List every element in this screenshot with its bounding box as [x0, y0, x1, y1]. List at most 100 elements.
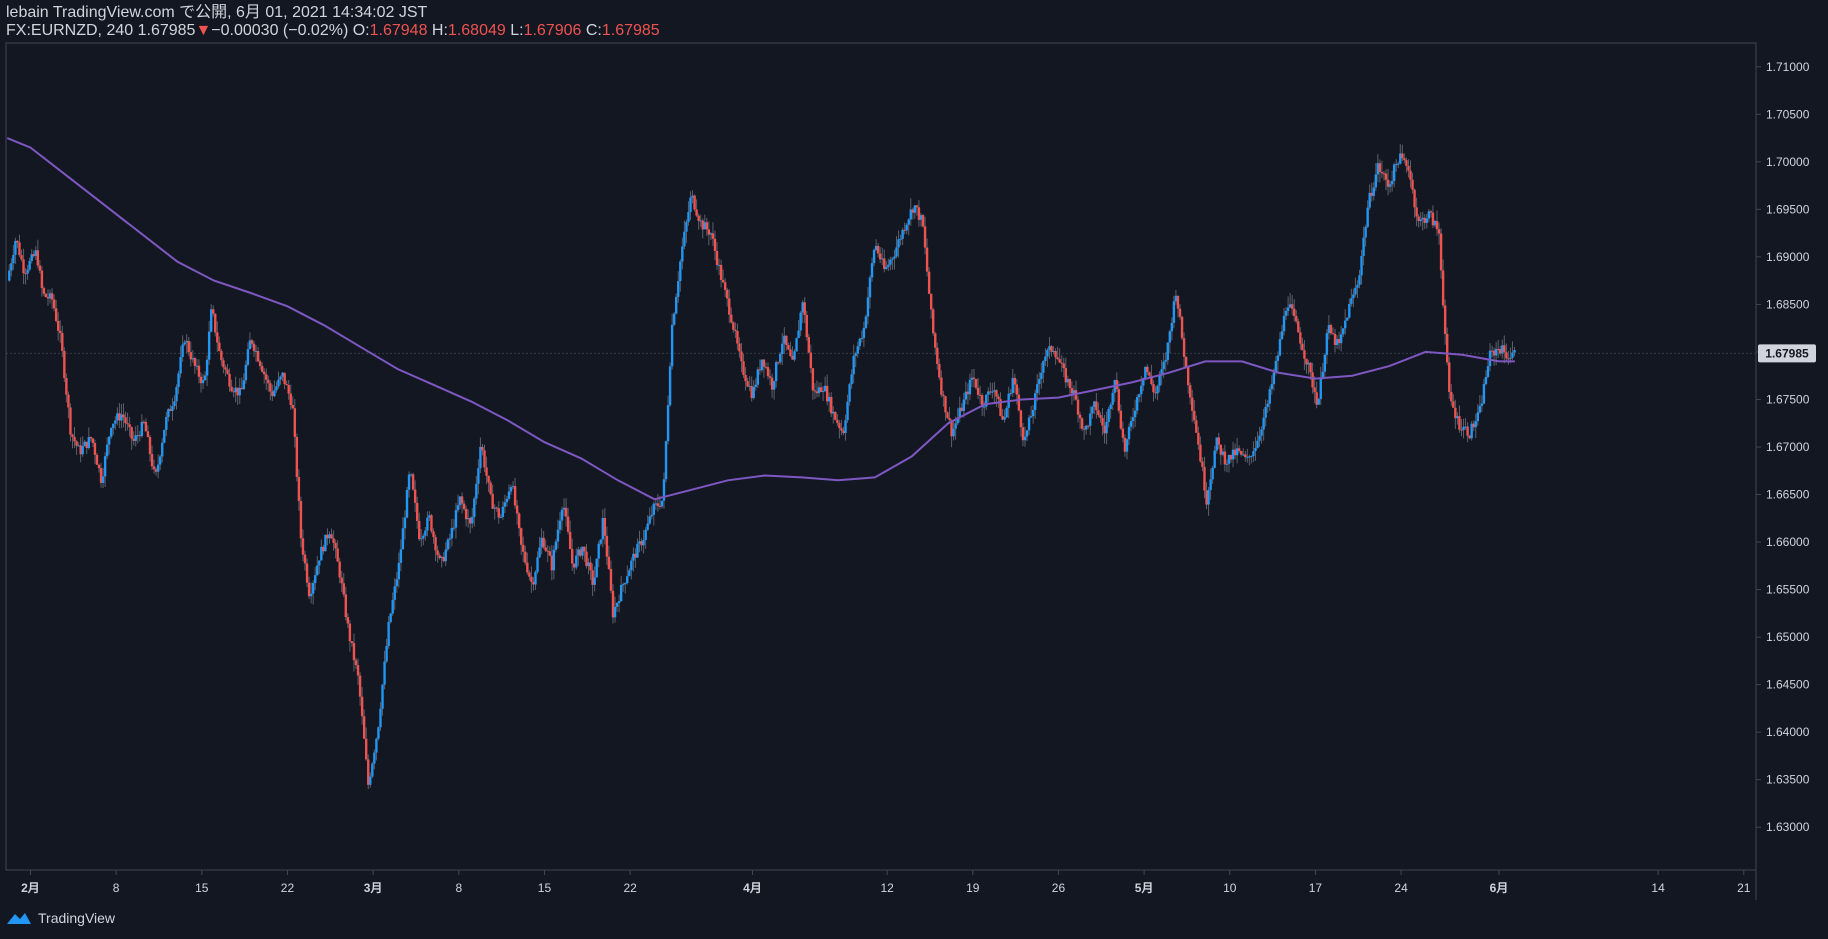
candle-body — [556, 529, 560, 542]
candle-body — [1146, 366, 1149, 373]
candle-body — [774, 362, 778, 382]
candle-body — [81, 446, 84, 455]
candle-body — [1080, 418, 1084, 429]
candle-body — [838, 423, 841, 429]
candle-body — [424, 530, 427, 536]
candle-body — [1476, 412, 1479, 422]
price-chart[interactable]: 1.71000 1.70500 1.70000 1.69500 1.69000 1.685… — [0, 0, 1828, 905]
candle-body — [95, 454, 99, 465]
candle-body — [1282, 315, 1286, 332]
candle-body — [1474, 421, 1477, 428]
candle-body — [1429, 211, 1433, 213]
candle-body — [16, 240, 19, 243]
candle-body — [1466, 426, 1469, 436]
candle-body — [1111, 392, 1114, 405]
candle-body — [1260, 429, 1263, 436]
candle-body — [1087, 425, 1090, 427]
candle-body — [1258, 435, 1261, 441]
candle-body — [615, 603, 619, 607]
candle-body — [1189, 385, 1192, 398]
candle-body — [1040, 372, 1043, 379]
price-tick-label: 1.70000 — [1766, 155, 1810, 169]
candle-body — [642, 540, 645, 546]
candle-body — [364, 738, 368, 760]
candle-body — [713, 238, 717, 251]
candle-body — [1009, 392, 1012, 394]
candle-body — [207, 331, 211, 360]
candle-body — [1452, 401, 1455, 408]
candle-body — [1209, 479, 1212, 491]
candle-body — [1272, 372, 1276, 385]
candle-body — [850, 374, 853, 385]
time-axis[interactable]: 2月 8 15 22 3月 8 15 22 4月 12 19 26 5月 10 17 24 6月 14 21 — [21, 870, 1751, 895]
candle-body — [483, 450, 486, 468]
time-tick-label: 15 — [195, 881, 209, 895]
candle-body — [464, 509, 468, 520]
price-tick-label: 1.67000 — [1766, 440, 1810, 454]
candle-body — [1042, 361, 1045, 373]
candle-body — [418, 520, 421, 540]
candle-body — [12, 254, 15, 264]
candle-body — [1448, 362, 1451, 392]
candle-body — [336, 548, 339, 562]
candle-body — [395, 579, 398, 587]
candle-body — [677, 281, 680, 297]
candle-body — [624, 582, 627, 585]
price-tick-label: 1.68500 — [1766, 297, 1810, 311]
candle-body — [422, 535, 425, 539]
candle-body — [1309, 362, 1312, 373]
candle-body — [181, 344, 184, 358]
candle-body — [715, 250, 719, 266]
candle-body — [471, 517, 474, 524]
candle-body — [1025, 430, 1029, 437]
candle-body — [901, 229, 904, 239]
price-tick-label: 1.65500 — [1766, 583, 1810, 597]
candle-body — [126, 423, 129, 425]
price-tick-label: 1.63500 — [1766, 773, 1810, 787]
candle-body — [552, 549, 556, 571]
candle-body — [1133, 410, 1137, 418]
candle-body — [216, 332, 219, 343]
footer: TradingView — [6, 910, 115, 926]
candle-body — [895, 247, 898, 257]
candle-body — [193, 358, 197, 367]
candle-body — [1329, 325, 1333, 334]
candle-body — [432, 531, 435, 538]
candle-body — [146, 431, 150, 437]
time-tick-label: 5月 — [1135, 881, 1154, 895]
candle-body — [1125, 439, 1129, 452]
plot-area[interactable] — [5, 42, 1757, 871]
candle-body — [61, 333, 64, 351]
candle-body — [1374, 174, 1378, 188]
price-axis[interactable]: 1.71000 1.70500 1.70000 1.69500 1.69000 1.685… — [1756, 60, 1810, 834]
candle-body — [101, 476, 105, 483]
candle-body — [795, 338, 798, 352]
candle-body — [1299, 332, 1302, 344]
candle-body — [69, 407, 72, 435]
candle-body — [1390, 181, 1394, 185]
candle-body — [299, 500, 303, 539]
candle-body — [668, 366, 672, 406]
candle-body — [968, 379, 972, 395]
candle-body — [1089, 413, 1092, 426]
candle-body — [1197, 432, 1200, 445]
candle-body — [1372, 187, 1375, 196]
candle-body — [1225, 463, 1229, 465]
brand-name: TradingView — [38, 910, 116, 926]
candle-body — [452, 527, 456, 529]
candle-body — [489, 482, 492, 494]
candle-body — [538, 547, 541, 558]
candle-body — [279, 376, 282, 380]
candle-body — [267, 379, 270, 384]
candle-body — [844, 420, 847, 434]
candle-body — [75, 441, 78, 446]
candle-body — [1297, 321, 1300, 333]
candle-body — [1286, 307, 1290, 311]
candle-body — [316, 565, 319, 576]
candle-body — [513, 486, 517, 506]
candle-body — [373, 752, 376, 764]
time-tick-label: 6月 — [1490, 881, 1509, 895]
candle-body — [870, 263, 874, 278]
candle-body — [821, 390, 825, 392]
candle-body — [1056, 357, 1059, 360]
